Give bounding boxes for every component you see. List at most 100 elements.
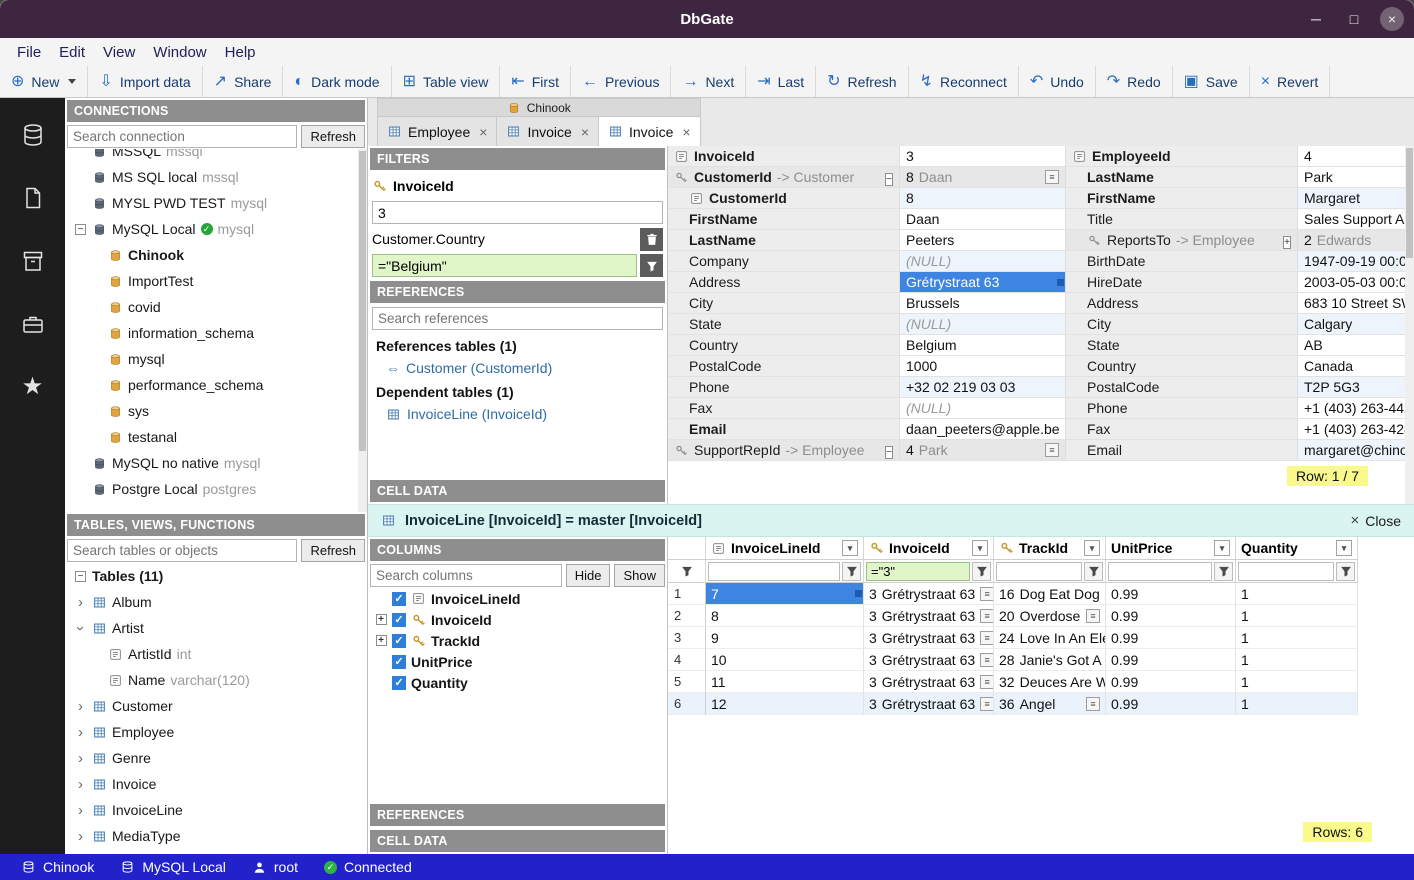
form-value-cell[interactable]: 683 10 Street SW [1298, 293, 1414, 314]
search-references-input[interactable] [372, 307, 663, 330]
grid-cell[interactable]: 16Dog Eat Dog≡ [994, 583, 1106, 605]
form-value-cell[interactable]: Sales Support Agent [1298, 209, 1414, 230]
connection-item[interactable]: MSSQLmssql [65, 149, 367, 164]
chevron-right-icon[interactable]: › [78, 751, 83, 766]
table-item[interactable]: ›Artist [65, 615, 367, 641]
form-value-cell[interactable]: Grétrystraat 63 [900, 272, 1066, 293]
form-value-cell[interactable]: 2003-05-03 00:00:00 [1298, 272, 1414, 293]
connection-item[interactable]: Chinook [65, 242, 367, 268]
grid-cell[interactable]: 11 [706, 671, 864, 693]
column-header-trackid[interactable]: TrackId▾ [994, 537, 1106, 560]
grid-cell[interactable]: 36Angel≡ [994, 693, 1106, 715]
tab-invoice[interactable]: Invoice× [497, 117, 599, 146]
grid-cell[interactable]: 0.99 [1106, 605, 1236, 627]
form-value-cell[interactable]: +32 02 219 03 03 [900, 377, 1066, 398]
favorites-nav-icon[interactable]: ★ [20, 374, 46, 400]
grid-cell[interactable]: 1 [1236, 605, 1358, 627]
open-detail-icon[interactable]: ≡ [980, 631, 994, 645]
grid-cell[interactable]: 8 [706, 605, 864, 627]
status-mysql-local[interactable]: MySQL Local [111, 859, 235, 875]
tab-invoice-2[interactable]: Invoice× [599, 117, 700, 146]
column-menu-dropdown[interactable]: ▾ [1336, 540, 1352, 556]
form-value-cell[interactable]: margaret@chinookcorp.com [1298, 440, 1414, 461]
collapse-box-icon[interactable]: − [75, 224, 86, 235]
table-item[interactable]: ›Genre [65, 745, 367, 771]
menu-item-file[interactable]: File [8, 41, 50, 64]
form-value-cell[interactable]: Margaret [1298, 188, 1414, 209]
previous-button[interactable]: ←Previous [571, 66, 671, 97]
menu-item-view[interactable]: View [94, 41, 144, 64]
undo-button[interactable]: ↶Undo [1019, 66, 1096, 97]
archive-nav-icon[interactable] [20, 248, 46, 274]
form-value-cell[interactable]: 1947-09-19 00:00:00 [1298, 251, 1414, 272]
menu-item-edit[interactable]: Edit [50, 41, 94, 64]
column-filter-input[interactable] [708, 562, 840, 581]
connection-item[interactable]: MS SQL localmssql [65, 164, 367, 190]
expand-box-icon[interactable]: + [1283, 236, 1291, 249]
column-menu-dropdown[interactable]: ▾ [842, 540, 858, 556]
form-value-cell[interactable]: +1 (403) 263-4289 [1298, 419, 1414, 440]
clear-filters-cell[interactable] [668, 560, 706, 583]
connection-item[interactable]: information_schema [65, 320, 367, 346]
table-item[interactable]: ›Album [65, 589, 367, 615]
status-chinook[interactable]: Chinook [12, 859, 103, 875]
reconnect-button[interactable]: ↯Reconnect [909, 66, 1019, 97]
checkbox-checked-icon[interactable]: ✓ [392, 676, 406, 690]
import-button[interactable]: ⇩Import data [88, 66, 202, 97]
search-tables-input[interactable] [67, 539, 297, 562]
form-value-cell[interactable]: 3 [900, 146, 1066, 167]
column-menu-dropdown[interactable]: ▾ [972, 540, 988, 556]
filter-funnel-button[interactable] [1336, 562, 1355, 581]
form-scrollbar[interactable] [1405, 146, 1414, 504]
collapse-box-icon[interactable]: − [75, 571, 86, 582]
form-value-cell[interactable]: 4Park≡ [900, 440, 1066, 461]
grid-cell[interactable]: 3Grétrystraat 63≡ [864, 671, 994, 693]
grid-cell[interactable]: 1 [1236, 649, 1358, 671]
tab-employee[interactable]: Employee× [378, 117, 497, 146]
reference-link-customer[interactable]: ⇔ Customer (CustomerId) [372, 357, 663, 379]
form-value-cell[interactable]: 8 [900, 188, 1066, 209]
checkbox-checked-icon[interactable]: ✓ [392, 655, 406, 669]
form-value-cell[interactable]: 1000 [900, 356, 1066, 377]
grid-cell[interactable]: 1 [1236, 693, 1358, 715]
collapse-box-icon[interactable]: − [885, 173, 893, 186]
table-item[interactable]: ›MediaType [65, 823, 367, 849]
row-number-cell[interactable]: 5 [668, 671, 706, 693]
form-value-cell[interactable]: (NULL) [900, 251, 1066, 272]
column-menu-dropdown[interactable]: ▾ [1084, 540, 1100, 556]
grid-cell[interactable]: 1 [1236, 671, 1358, 693]
open-detail-icon[interactable]: ≡ [980, 609, 994, 623]
menu-item-help[interactable]: Help [216, 41, 265, 64]
close-tab-icon[interactable]: × [581, 124, 589, 140]
open-detail-icon[interactable]: ≡ [1086, 609, 1100, 623]
grid-cell[interactable]: 3Grétrystraat 63≡ [864, 649, 994, 671]
grid-cell[interactable]: 24Love In An Elevator≡ [994, 627, 1106, 649]
open-detail-icon[interactable]: ≡ [1086, 697, 1100, 711]
grid-cell[interactable]: 32Deuces Are Wild≡ [994, 671, 1106, 693]
form-value-cell[interactable]: 2Edwards [1298, 230, 1414, 251]
column-toggle-row[interactable]: ✓InvoiceLineId [368, 588, 667, 609]
form-value-cell[interactable]: AB [1298, 335, 1414, 356]
close-detail-button[interactable]: × Close [1350, 512, 1401, 529]
form-value-cell[interactable]: Brussels [900, 293, 1066, 314]
filter-value-input[interactable] [372, 201, 663, 224]
grid-cell[interactable]: 3Grétrystraat 63≡ [864, 583, 994, 605]
open-detail-icon[interactable]: ≡ [1045, 443, 1059, 457]
row-number-cell[interactable]: 1 [668, 583, 706, 605]
grid-cell[interactable]: 28Janie's Got A Gun≡ [994, 649, 1106, 671]
form-value-cell[interactable]: (NULL) [900, 314, 1066, 335]
form-value-cell[interactable]: Calgary [1298, 314, 1414, 335]
grid-cell[interactable]: 0.99 [1106, 583, 1236, 605]
row-number-cell[interactable]: 4 [668, 649, 706, 671]
column-menu-dropdown[interactable]: ▾ [1214, 540, 1230, 556]
revert-button[interactable]: ×Revert [1250, 66, 1331, 97]
save-button[interactable]: ▣Save [1173, 66, 1250, 97]
column-header-invoiceid[interactable]: InvoiceId▾ [864, 537, 994, 560]
status-connected[interactable]: ✓Connected [315, 859, 421, 875]
grid-cell[interactable]: 1 [1236, 627, 1358, 649]
expand-box-icon[interactable]: + [376, 614, 387, 625]
briefcase-nav-icon[interactable] [20, 311, 46, 337]
form-value-cell[interactable]: Peeters [900, 230, 1066, 251]
open-detail-icon[interactable]: ≡ [980, 587, 994, 601]
form-value-cell[interactable]: +1 (403) 263-4423 [1298, 398, 1414, 419]
